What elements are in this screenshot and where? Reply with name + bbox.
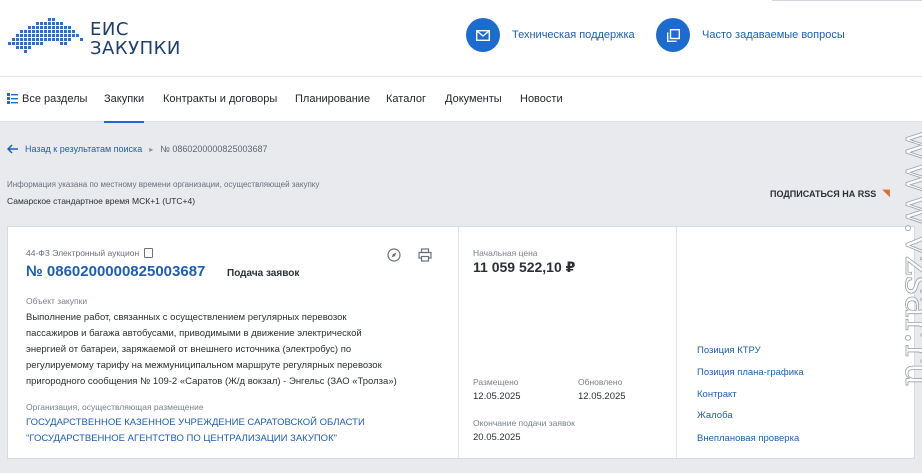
purchase-law-type: 44-ФЗ Электронный аукцион bbox=[26, 248, 154, 258]
link-plan-schedule-position[interactable]: Позиция плана-графика bbox=[697, 367, 804, 378]
updated-label: Обновлено bbox=[578, 377, 623, 387]
rss-icon: ◥ bbox=[882, 188, 890, 199]
purchase-card: 44-ФЗ Электронный аукцион № 086020000082… bbox=[7, 226, 915, 459]
object-line: регулируемому тарифу на межмуниципальном… bbox=[26, 360, 382, 371]
deadline-label: Окончание подачи заявок bbox=[473, 418, 575, 428]
mail-icon bbox=[466, 18, 500, 52]
logo-line-1: ЕИС bbox=[90, 19, 129, 40]
timezone-value: Самарское стандартное время МСК+1 (UTC+4… bbox=[7, 196, 196, 206]
header-corner-line bbox=[772, 0, 922, 4]
nav-catalog[interactable]: Каталог bbox=[386, 93, 426, 105]
nav-documents[interactable]: Документы bbox=[445, 93, 502, 105]
rss-label: ПОДПИСАТЬСЯ НА RSS bbox=[770, 188, 877, 199]
nav-news[interactable]: Новости bbox=[520, 93, 563, 105]
logo-text: ЕИС ЗАКУПКИ bbox=[90, 20, 181, 58]
logo-line-2: ЗАКУПКИ bbox=[90, 38, 181, 59]
price-label: Начальная цена bbox=[473, 248, 538, 258]
breadcrumb: Назад к результатам поиска ▸ № 086020000… bbox=[7, 144, 267, 154]
placed-date: 12.05.2025 bbox=[473, 391, 521, 402]
eis-logo[interactable]: ЕИС ЗАКУПКИ bbox=[6, 16, 180, 60]
placed-label: Размещено bbox=[473, 377, 519, 387]
column-divider bbox=[676, 227, 677, 458]
compass-icon[interactable] bbox=[387, 248, 401, 262]
object-line: пассажиров и багажа автобусами, приводим… bbox=[26, 328, 362, 339]
law-label: 44-ФЗ Электронный аукцион bbox=[26, 248, 140, 258]
updated-date: 12.05.2025 bbox=[578, 391, 626, 402]
org-line: "ГОСУДАРСТВЕННОЕ АГЕНТСТВО ПО ЦЕНТРАЛИЗА… bbox=[26, 433, 337, 444]
timezone-note: Информация указана по местному времени о… bbox=[7, 180, 320, 189]
org-line: ГОСУДАРСТВЕННОЕ КАЗЕННОЕ УЧРЕЖДЕНИЕ САРА… bbox=[26, 417, 365, 428]
main-nav: Все разделы Закупки Контракты и договоры… bbox=[0, 77, 922, 123]
arrow-left-icon[interactable] bbox=[7, 144, 19, 154]
nav-contracts[interactable]: Контракты и договоры bbox=[163, 93, 277, 105]
print-icon[interactable] bbox=[418, 248, 432, 262]
link-ktru-position[interactable]: Позиция КТРУ bbox=[697, 345, 761, 356]
object-line: Выполнение работ, связанных с осуществле… bbox=[26, 312, 347, 323]
nav-all-sections[interactable]: Все разделы bbox=[22, 93, 87, 105]
support-label: Техническая поддержка bbox=[512, 29, 635, 41]
copy-icon[interactable] bbox=[144, 248, 154, 258]
breadcrumb-current: № 0860200000825003687 bbox=[160, 144, 268, 154]
sections-icon bbox=[7, 93, 18, 104]
purchase-object: Выполнение работ, связанных с осуществле… bbox=[26, 310, 446, 390]
rss-subscribe-link[interactable]: ПОДПИСАТЬСЯ НА RSS ◥ bbox=[770, 188, 890, 199]
organization-link[interactable]: ГОСУДАРСТВЕННОЕ КАЗЕННОЕ УЧРЕЖДЕНИЕ САРА… bbox=[26, 415, 446, 447]
faq-icon bbox=[656, 18, 690, 52]
support-link[interactable]: Техническая поддержка bbox=[466, 18, 635, 52]
link-complaint[interactable]: Жалоба bbox=[697, 410, 733, 421]
back-to-results-link[interactable]: Назад к результатам поиска bbox=[25, 144, 142, 154]
link-unscheduled-inspection[interactable]: Внеплановая проверка bbox=[697, 433, 799, 444]
faq-link[interactable]: Часто задаваемые вопросы bbox=[656, 18, 845, 52]
chevron-right-icon: ▸ bbox=[149, 144, 154, 154]
purchase-number[interactable]: № 0860200000825003687 bbox=[26, 263, 205, 280]
faq-label: Часто задаваемые вопросы bbox=[702, 29, 845, 41]
nav-planning[interactable]: Планирование bbox=[295, 93, 370, 105]
link-contract[interactable]: Контракт bbox=[697, 389, 737, 400]
russia-map-icon bbox=[8, 18, 83, 53]
column-divider bbox=[458, 227, 459, 458]
purchase-stage: Подача заявок bbox=[227, 268, 300, 279]
nav-purchases[interactable]: Закупки bbox=[104, 93, 145, 123]
site-header: ЕИС ЗАКУПКИ Техническая поддержка Часто … bbox=[0, 0, 922, 77]
organization-label: Организация, осуществляющая размещение bbox=[26, 402, 204, 412]
initial-price: 11 059 522,10 ₽ bbox=[473, 259, 576, 275]
object-line: пригородного сообщения № 109-2 «Саратов … bbox=[26, 376, 397, 387]
object-label: Объект закупки bbox=[26, 296, 88, 306]
deadline-date: 20.05.2025 bbox=[473, 432, 521, 443]
object-line: энергией от батареи, заряжаемой от внешн… bbox=[26, 344, 352, 355]
